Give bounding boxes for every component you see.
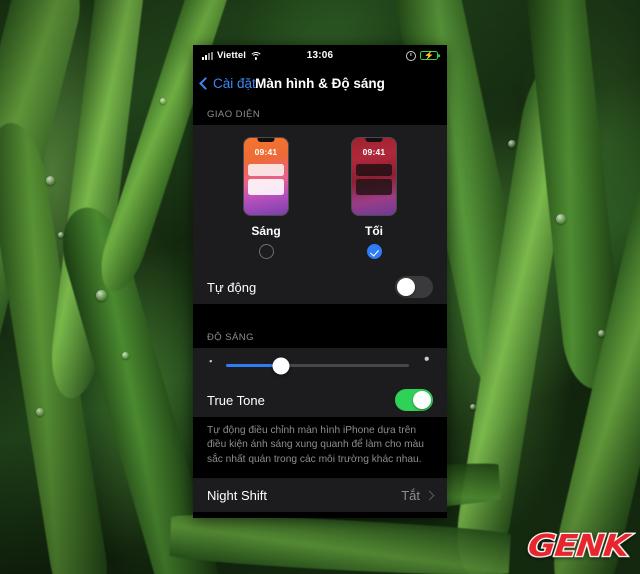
notch-shape xyxy=(257,138,275,142)
light-mode-selector[interactable] xyxy=(258,244,274,259)
light-mode-label: Sáng xyxy=(251,224,281,238)
appearance-option-light[interactable]: 09:41 Sáng xyxy=(243,137,289,259)
status-bar-right: ⚡ xyxy=(406,50,438,61)
appearance-picker: 09:41 Sáng 09:41 Tối xyxy=(193,125,447,270)
notch-shape xyxy=(365,138,383,142)
preview-card xyxy=(248,179,284,195)
genk-watermark: GENK xyxy=(524,528,631,566)
chevron-right-icon xyxy=(424,490,435,501)
dew-drop xyxy=(46,176,55,185)
brightness-slider-row[interactable] xyxy=(193,348,447,383)
brightness-section-header: ĐỘ SÁNG xyxy=(207,332,254,343)
toggle-knob xyxy=(396,277,416,297)
dew-drop xyxy=(470,404,476,410)
appearance-thumbnails: 09:41 Sáng 09:41 Tối xyxy=(193,137,447,259)
dew-drop xyxy=(58,232,64,238)
radio-checked-icon[interactable] xyxy=(366,244,382,259)
preview-clock: 09:41 xyxy=(362,147,386,157)
preview-card xyxy=(356,179,392,195)
night-shift-label: Night Shift xyxy=(207,487,267,503)
preview-clock: 09:41 xyxy=(254,147,278,157)
dew-drop xyxy=(508,140,516,148)
true-tone-label: True Tone xyxy=(207,392,265,408)
dew-drop xyxy=(96,290,107,301)
dew-drop xyxy=(160,98,166,104)
appearance-section-header: GIAO DIỆN xyxy=(207,109,261,120)
back-button-label: Cài đặt xyxy=(213,75,256,91)
preview-card xyxy=(356,164,392,176)
iphone-screenshot: Viettel 13:06 ⚡ Cài đặt Màn hình & Độ sá… xyxy=(193,45,447,518)
true-tone-group: True Tone xyxy=(193,383,447,417)
rotation-lock-icon xyxy=(406,50,416,61)
true-tone-toggle[interactable] xyxy=(395,389,433,411)
preview-card xyxy=(248,164,284,176)
sun-small-icon xyxy=(205,359,217,372)
screenshot-canvas: Viettel 13:06 ⚡ Cài đặt Màn hình & Độ sá… xyxy=(0,0,640,574)
row-night-shift[interactable]: Night Shift Tắt xyxy=(193,478,447,512)
back-button[interactable]: Cài đặt xyxy=(199,75,256,91)
dark-mode-preview[interactable]: 09:41 xyxy=(351,137,397,216)
section-gap xyxy=(193,512,447,518)
light-mode-preview[interactable]: 09:41 xyxy=(243,137,289,216)
toggle-knob xyxy=(412,390,432,410)
appearance-option-dark[interactable]: 09:41 Tối xyxy=(351,137,397,259)
dew-drop xyxy=(556,214,566,224)
brightness-thumb[interactable] xyxy=(272,357,290,374)
true-tone-footnote: Tự động điều chỉnh màn hình iPhone dựa t… xyxy=(193,417,447,479)
section-gap xyxy=(193,304,447,323)
radio-unchecked-icon[interactable] xyxy=(258,244,274,259)
automatic-label: Tự động xyxy=(207,279,257,295)
dark-mode-selector[interactable] xyxy=(366,244,382,259)
row-automatic[interactable]: Tự động xyxy=(193,270,447,304)
night-shift-value: Tắt xyxy=(401,487,420,503)
dew-drop xyxy=(598,330,605,337)
dew-drop xyxy=(122,352,129,359)
automatic-toggle[interactable] xyxy=(395,276,433,298)
navigation-bar: Cài đặt Màn hình & Độ sáng xyxy=(193,66,447,100)
brightness-track[interactable] xyxy=(226,357,409,374)
automatic-group: Tự động xyxy=(193,270,447,304)
chevron-left-icon xyxy=(199,76,212,90)
battery-charging-icon: ⚡ xyxy=(420,51,438,60)
dark-mode-label: Tối xyxy=(365,224,383,238)
night-shift-group: Night Shift Tắt xyxy=(193,478,447,513)
row-true-tone[interactable]: True Tone xyxy=(193,383,447,417)
status-bar: Viettel 13:06 ⚡ xyxy=(193,45,447,66)
sun-large-icon xyxy=(418,356,435,374)
dew-drop xyxy=(36,408,44,416)
